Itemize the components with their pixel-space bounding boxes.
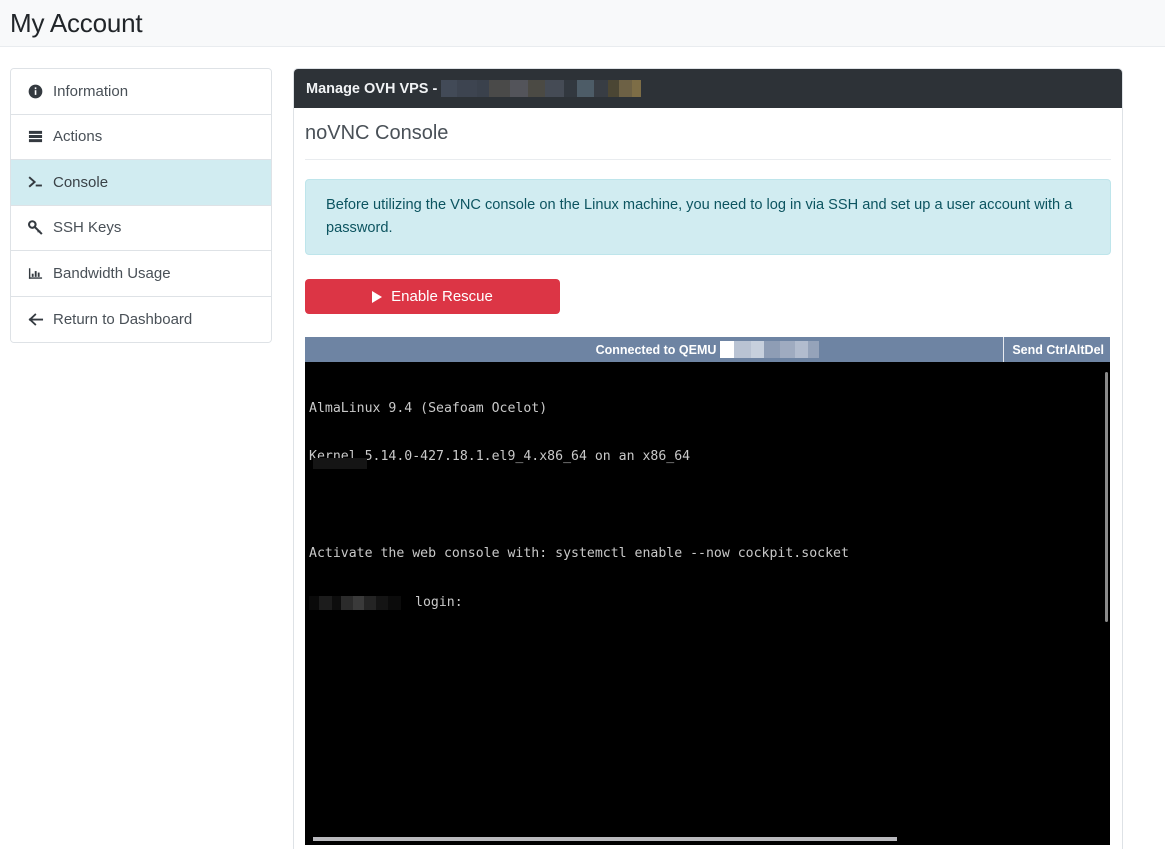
ssh-info-alert: Before utilizing the VNC console on the … — [305, 179, 1111, 256]
terminal-login-prompt: login: — [415, 595, 463, 610]
bar-chart-icon — [27, 266, 44, 281]
terminal-line-os: AlmaLinux 9.4 (Seafoam Ocelot) — [309, 400, 548, 416]
page-title: My Account — [10, 8, 143, 38]
sidebar-item-label: Console — [53, 173, 109, 191]
card-header-label: Manage OVH VPS - — [306, 80, 438, 97]
sidebar-item-label: Return to Dashboard — [53, 310, 193, 328]
page-content: Information Actions Console SSH Keys Ban… — [0, 47, 1165, 849]
sidebar-item-label: Information — [53, 82, 129, 100]
sidebar-item-label: Actions — [53, 128, 103, 146]
redacted-vps-name — [441, 80, 642, 97]
sidebar-item-label: Bandwidth Usage — [53, 264, 171, 282]
sidebar-item-label: SSH Keys — [53, 219, 122, 237]
app-header: My Account — [0, 0, 1165, 47]
vertical-scrollbar[interactable] — [1105, 372, 1108, 623]
novnc-status-bar: Connected to QEMU Send CtrlAltDel — [305, 337, 1110, 363]
card-body: noVNC Console Before utilizing the VNC c… — [294, 108, 1122, 849]
sidebar-item-bandwidth-usage[interactable]: Bandwidth Usage — [11, 251, 271, 297]
terminal-prompt-icon — [27, 175, 44, 190]
play-icon — [372, 290, 383, 303]
novnc-viewer: Connected to QEMU Send CtrlAltDel AlmaLi… — [305, 337, 1110, 846]
redacted-connection-target — [720, 341, 820, 359]
arrow-left-icon — [27, 312, 44, 327]
novnc-screen[interactable]: AlmaLinux 9.4 (Seafoam Ocelot) Kernel 5.… — [305, 362, 1110, 846]
sidebar-nav: Information Actions Console SSH Keys Ban… — [10, 68, 272, 343]
novnc-status-text: Connected to QEMU — [595, 342, 717, 357]
terminal-cursor — [313, 458, 367, 470]
sidebar-item-information[interactable]: Information — [11, 69, 271, 115]
card-header-bar: Manage OVH VPS - — [294, 69, 1122, 108]
sidebar-item-return-to-dashboard[interactable]: Return to Dashboard — [11, 296, 271, 342]
terminal-line-kernel: Kernel 5.14.0-427.18.1.el9_4.x86_64 on a… — [309, 449, 691, 465]
key-icon — [27, 220, 44, 236]
info-circle-icon — [27, 84, 44, 99]
console-section-title: noVNC Console — [305, 121, 1111, 160]
vps-console-card: Manage OVH VPS - noVNC Console Before ut… — [293, 68, 1123, 849]
enable-rescue-label: Enable Rescue — [391, 288, 493, 306]
sidebar-item-actions[interactable]: Actions — [11, 114, 271, 160]
sidebar-item-ssh-keys[interactable]: SSH Keys — [11, 205, 271, 251]
redacted-hostname — [309, 596, 401, 611]
terminal-output: AlmaLinux 9.4 (Seafoam Ocelot) Kernel 5.… — [305, 362, 1110, 643]
send-ctrl-alt-del-button[interactable]: Send CtrlAltDel — [1003, 337, 1110, 363]
terminal-login-line: login: — [309, 595, 1110, 611]
horizontal-scrollbar-thumb[interactable] — [313, 837, 897, 842]
server-stack-icon — [27, 129, 44, 144]
sidebar-item-console[interactable]: Console — [11, 160, 271, 206]
enable-rescue-button[interactable]: Enable Rescue — [305, 279, 560, 315]
terminal-line-cockpit: Activate the web console with: systemctl… — [309, 546, 849, 562]
